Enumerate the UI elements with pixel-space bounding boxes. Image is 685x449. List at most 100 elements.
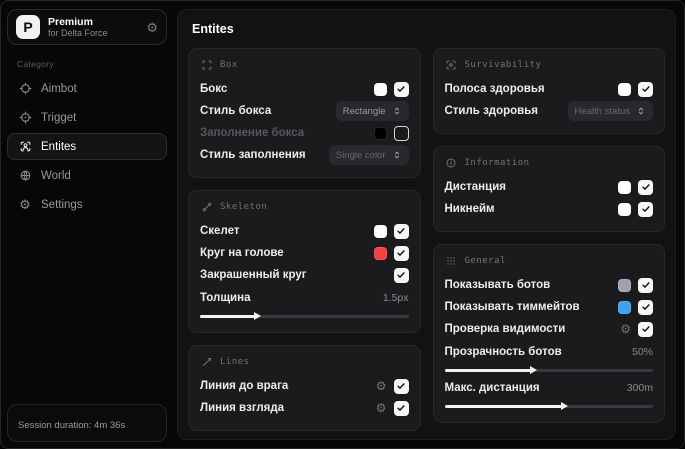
sidebar-nav: Aimbot Trigget Entites World ⚙ Settings xyxy=(7,75,167,218)
sidebar-item-entites[interactable]: Entites xyxy=(7,133,167,160)
sidebar-item-aimbot[interactable]: Aimbot xyxy=(7,75,167,102)
setting-row: Показывать ботов xyxy=(445,274,653,296)
card-title: Lines xyxy=(220,356,250,367)
checkbox[interactable] xyxy=(393,81,409,97)
session-card: Session duration: 4m 36s xyxy=(7,404,167,442)
color-swatch[interactable] xyxy=(618,180,631,194)
checkbox[interactable] xyxy=(393,125,409,141)
checkbox[interactable] xyxy=(393,267,409,283)
max-distance-slider-row: Макс. дистанция 300m xyxy=(444,378,653,410)
card-general: General Показывать ботов Показывать тимм… xyxy=(432,244,665,423)
main-panel: Entites Box Бокс Стиль бокса Rectangle З… xyxy=(177,9,676,440)
card-box: Box Бокс Стиль бокса Rectangle Заполнени… xyxy=(188,48,421,178)
crosshair-icon xyxy=(18,82,32,96)
setting-row: Полоса здоровья xyxy=(445,78,653,100)
slider-value: 50% xyxy=(631,346,653,358)
setting-row: Проверка видимости ⚙ xyxy=(445,318,653,340)
setting-row: Стиль бокса Rectangle xyxy=(200,100,409,122)
diagonal-line-icon xyxy=(200,355,213,368)
checkbox[interactable] xyxy=(393,378,409,394)
sidebar-item-settings[interactable]: ⚙ Settings xyxy=(7,191,167,218)
scan-target-icon xyxy=(445,58,458,71)
checkbox[interactable] xyxy=(638,201,653,217)
unfold-more-icon xyxy=(392,150,402,160)
checkbox[interactable] xyxy=(393,245,409,261)
checkbox[interactable] xyxy=(638,321,653,337)
person-scan-icon xyxy=(18,140,32,154)
brand-title: Premium xyxy=(48,15,93,28)
bone-icon xyxy=(200,200,213,213)
sidebar: P Premium for Delta Force ⚙ Category Aim… xyxy=(1,1,173,448)
bot-opacity-slider-row: Прозрачность ботов 50% xyxy=(444,342,653,374)
slider-thumb[interactable] xyxy=(561,402,569,410)
trigger-crosshair-icon xyxy=(18,111,32,125)
card-title: Skeleton xyxy=(220,201,268,212)
max-distance-slider[interactable] xyxy=(444,402,653,410)
checkbox[interactable] xyxy=(393,400,409,416)
setting-row: Бокс xyxy=(200,78,409,100)
gear-icon[interactable]: ⚙ xyxy=(376,380,387,392)
card-information: Information Дистанция Никнейм xyxy=(432,146,665,232)
checkbox[interactable] xyxy=(638,179,653,195)
sidebar-item-trigget[interactable]: Trigget xyxy=(7,104,167,131)
scan-brackets-icon xyxy=(200,58,213,71)
card-title: Box xyxy=(220,59,238,70)
card-lines: Lines Линия до врага ⚙ Линия взгляда ⚙ xyxy=(188,345,421,431)
fill-style-select[interactable]: Single color xyxy=(328,145,409,165)
color-swatch[interactable] xyxy=(618,300,631,314)
sidebar-item-label: Trigget xyxy=(41,111,77,124)
color-swatch[interactable] xyxy=(618,82,631,96)
sidebar-item-label: Settings xyxy=(41,198,83,211)
gear-icon[interactable]: ⚙ xyxy=(620,323,631,335)
setting-row: Дистанция xyxy=(445,176,653,198)
color-swatch[interactable] xyxy=(373,126,387,140)
gear-icon[interactable]: ⚙ xyxy=(376,402,387,414)
info-circle-icon xyxy=(445,156,458,169)
globe-icon xyxy=(18,169,32,183)
setting-row: Линия до врага ⚙ xyxy=(200,375,409,397)
color-swatch[interactable] xyxy=(618,202,631,216)
gear-icon: ⚙ xyxy=(19,197,31,212)
setting-row: Скелет xyxy=(200,220,409,242)
brand-card: P Premium for Delta Force ⚙ xyxy=(7,9,167,45)
color-swatch[interactable] xyxy=(373,224,387,238)
slider-thumb[interactable] xyxy=(254,312,262,320)
slider-thumb[interactable] xyxy=(530,366,538,374)
unfold-more-icon xyxy=(636,106,646,116)
color-swatch[interactable] xyxy=(373,246,387,260)
bot-opacity-slider[interactable] xyxy=(444,366,653,374)
setting-row: Стиль заполнения Single color xyxy=(200,144,409,166)
setting-row: Закрашенный круг xyxy=(200,264,409,286)
setting-row: Показывать тиммейтов xyxy=(445,296,653,318)
thickness-slider-row: Толщина 1.5px xyxy=(200,288,409,320)
thickness-slider[interactable] xyxy=(200,312,409,320)
setting-row: Заполнение бокса xyxy=(200,122,409,144)
sidebar-item-label: Aimbot xyxy=(41,82,77,95)
checkbox[interactable] xyxy=(393,223,409,239)
sidebar-item-label: World xyxy=(41,169,71,182)
unfold-more-icon xyxy=(392,106,402,116)
checkbox[interactable] xyxy=(638,81,653,97)
sidebar-item-label: Entites xyxy=(41,140,77,153)
card-title: Information xyxy=(464,157,530,168)
brand-subtitle: for Delta Force xyxy=(48,27,108,38)
setting-row: Линия взгляда ⚙ xyxy=(200,397,409,419)
slider-value: 1.5px xyxy=(382,292,409,304)
page-title: Entites xyxy=(192,22,234,36)
app-logo: P xyxy=(16,15,40,39)
card-skeleton: Skeleton Скелет Круг на голове Закрашенн… xyxy=(188,190,421,333)
gear-icon[interactable]: ⚙ xyxy=(146,21,158,34)
sidebar-item-world[interactable]: World xyxy=(7,162,167,189)
app-window: P Premium for Delta Force ⚙ Category Aim… xyxy=(0,0,685,449)
slider-value: 300m xyxy=(626,382,653,394)
session-duration: Session duration: 4m 36s xyxy=(18,420,126,431)
checkbox[interactable] xyxy=(638,299,653,315)
card-survivability: Survivability Полоса здоровья Стиль здор… xyxy=(432,48,665,134)
health-style-select[interactable]: Health status xyxy=(567,101,653,121)
box-style-select[interactable]: Rectangle xyxy=(335,101,409,121)
card-title: Survivability xyxy=(464,59,542,70)
color-swatch[interactable] xyxy=(373,82,387,96)
color-swatch[interactable] xyxy=(618,278,631,292)
checkbox[interactable] xyxy=(638,277,653,293)
category-label: Category xyxy=(17,59,54,69)
